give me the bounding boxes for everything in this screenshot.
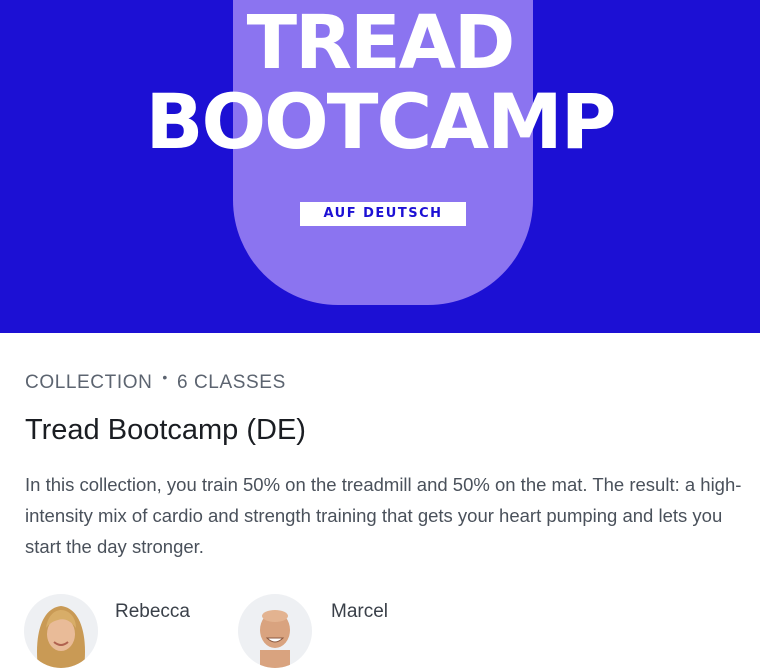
instructor-name[interactable]: Rebecca <box>115 601 190 623</box>
instructor-avatar[interactable] <box>238 594 312 668</box>
language-badge: AUF DEUTSCH <box>300 202 466 226</box>
class-count: 6 CLASSES <box>176 372 286 393</box>
collection-type-label: COLLECTION <box>25 372 153 393</box>
hero-title-line1: TREAD <box>246 0 516 86</box>
meta-separator: • <box>162 369 168 385</box>
collection-description: In this collection, you train 50% on the… <box>25 474 742 557</box>
instructor-avatar[interactable] <box>24 594 98 668</box>
instructor-name[interactable]: Marcel <box>331 601 388 623</box>
collection-hero-banner: TREAD BOOTCAMP AUF DEUTSCH <box>0 0 760 333</box>
collection-title: Tread Bootcamp (DE) <box>25 414 306 446</box>
collection-meta: COLLECTION • 6 CLASSES <box>25 369 286 394</box>
hero-title-line2: BOOTCAMP <box>145 77 617 166</box>
